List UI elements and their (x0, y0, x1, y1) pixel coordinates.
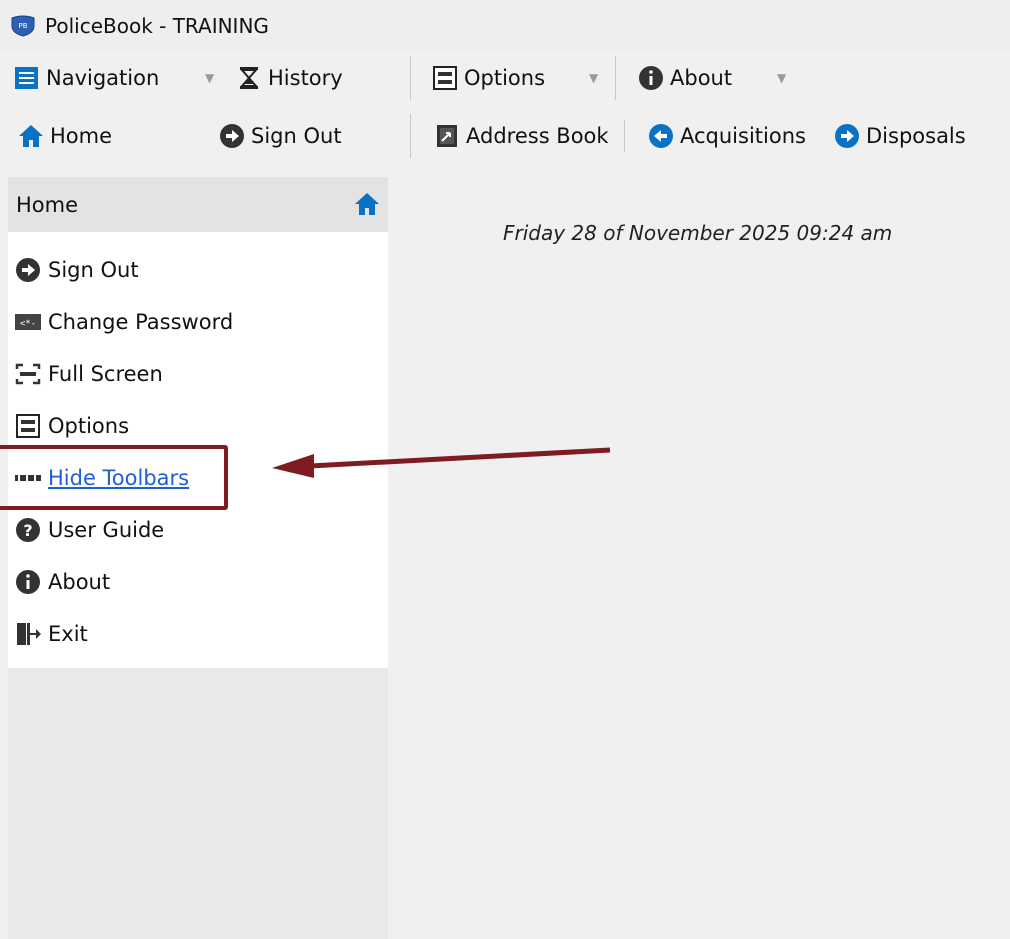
sidebar-item-about[interactable]: About (8, 560, 388, 604)
home-button[interactable]: Home (18, 114, 112, 158)
toolbar-separator (615, 56, 616, 100)
arrow-left-circle-icon (648, 123, 674, 149)
history-button[interactable]: History (236, 56, 343, 100)
full-screen-icon (14, 360, 42, 388)
sidebar-header: Home (8, 177, 388, 232)
navigation-label: Navigation (46, 66, 160, 90)
about-button[interactable]: About (638, 56, 732, 100)
arrow-right-circle-icon (834, 123, 860, 149)
info-icon (638, 65, 664, 91)
navigation-sidebar: Home Sign Out <*- Change Password Full S… (8, 177, 388, 939)
sidebar-item-label: User Guide (48, 518, 165, 542)
sidebar-item-sign-out[interactable]: Sign Out (8, 248, 388, 292)
svg-text:<*-: <*- (20, 319, 36, 329)
sidebar-item-label: Change Password (48, 310, 234, 334)
address-book-button[interactable]: Address Book (434, 114, 609, 158)
toolbar-separator (624, 120, 625, 152)
current-date-time: Friday 28 of November 2025 09:24 am (503, 221, 893, 245)
sidebar-item-label: Options (48, 414, 130, 438)
options-icon (14, 412, 42, 440)
sidebar-title: Home (16, 192, 79, 217)
sidebar-item-label: Exit (48, 622, 88, 646)
window-title: PoliceBook - TRAINING (45, 14, 269, 38)
title-bar: PB PoliceBook - TRAINING (0, 0, 1010, 52)
navigation-button[interactable]: Navigation (14, 56, 159, 100)
home-label: Home (50, 124, 113, 148)
acquisitions-button[interactable]: Acquisitions (648, 114, 806, 158)
info-icon (14, 568, 42, 596)
options-label: Options (464, 66, 546, 90)
sidebar-item-change-password[interactable]: <*- Change Password (8, 300, 388, 344)
options-dropdown-icon[interactable]: ▼ (589, 71, 598, 85)
toolbar-separator (410, 114, 411, 158)
policebook-logo-icon: PB (11, 15, 35, 37)
toolbar-row-2: Home Sign Out Address Book Acquisitions … (0, 114, 1010, 158)
toolbar-row-1: Navigation ▼ History Options ▼ About ▼ (0, 56, 1010, 100)
annotation-highlight-box (0, 445, 228, 510)
sign-out-button[interactable]: Sign Out (219, 114, 342, 158)
options-icon (432, 65, 458, 91)
svg-text:?: ? (23, 521, 32, 540)
about-dropdown-icon[interactable]: ▼ (777, 71, 786, 85)
address-book-label: Address Book (466, 124, 609, 148)
toolbar-separator (410, 56, 411, 100)
sidebar-item-label: About (48, 570, 111, 594)
sidebar-item-user-guide[interactable]: ? User Guide (8, 508, 388, 552)
sign-out-label: Sign Out (251, 124, 342, 148)
home-icon (355, 193, 379, 215)
sidebar-item-label: Sign Out (48, 258, 139, 282)
history-label: History (268, 66, 343, 90)
sidebar-item-label: Full Screen (48, 362, 163, 386)
disposals-button[interactable]: Disposals (834, 114, 966, 158)
exit-icon (14, 620, 42, 648)
svg-text:PB: PB (18, 22, 27, 30)
list-icon (14, 65, 40, 91)
hourglass-icon (236, 65, 262, 91)
sidebar-item-exit[interactable]: Exit (8, 612, 388, 656)
acquisitions-label: Acquisitions (680, 124, 806, 148)
sidebar-item-full-screen[interactable]: Full Screen (8, 352, 388, 396)
home-icon (18, 123, 44, 149)
password-icon: <*- (14, 308, 42, 336)
address-book-icon (434, 123, 460, 149)
annotation-arrow (272, 447, 611, 478)
sign-out-icon (219, 123, 245, 149)
options-button[interactable]: Options (432, 56, 545, 100)
sign-out-icon (14, 256, 42, 284)
disposals-label: Disposals (866, 124, 966, 148)
navigation-dropdown-icon[interactable]: ▼ (205, 71, 214, 85)
help-icon: ? (14, 516, 42, 544)
about-label: About (670, 66, 733, 90)
